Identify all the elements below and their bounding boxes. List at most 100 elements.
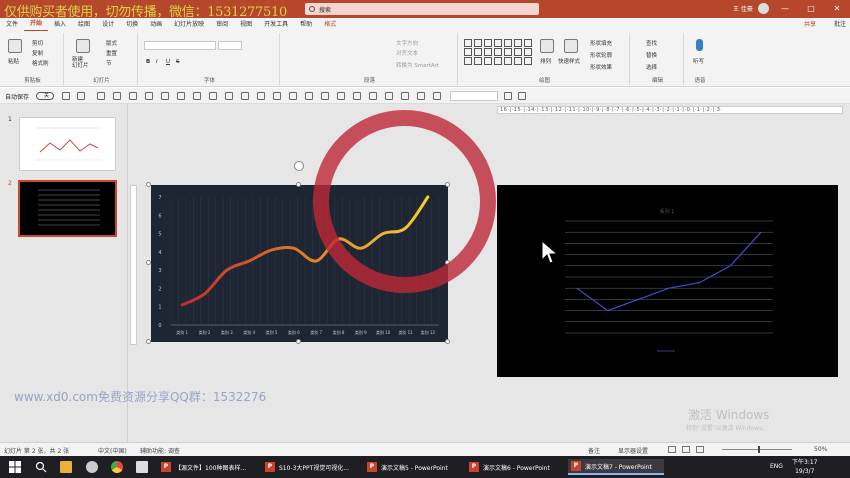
tab-file[interactable]: 文件	[0, 18, 24, 31]
chrome-icon[interactable]	[111, 461, 123, 473]
qat-icon-3[interactable]	[145, 92, 153, 100]
resize-handle-l[interactable]	[146, 260, 151, 265]
paste-button[interactable]: 粘贴	[8, 57, 19, 65]
redo-icon[interactable]	[97, 92, 105, 100]
tab-developer[interactable]: 开发工具	[258, 18, 294, 31]
font-size-field[interactable]	[218, 41, 242, 50]
qat-icon-15[interactable]	[337, 92, 345, 100]
qat-icon-4[interactable]	[161, 92, 169, 100]
qat-icon-20[interactable]	[417, 92, 425, 100]
qat-icon-23[interactable]	[518, 92, 526, 100]
underline-button[interactable]: U	[166, 59, 170, 65]
strikethrough-button[interactable]: S	[176, 59, 180, 65]
replace-button[interactable]: 替换	[646, 51, 657, 59]
user-name[interactable]: 王 佳豪	[733, 4, 753, 13]
share-button[interactable]: 共享	[804, 19, 816, 28]
qat-icon-21[interactable]	[433, 92, 441, 100]
undo-icon[interactable]	[77, 92, 85, 100]
tab-view[interactable]: 视图	[234, 18, 258, 31]
qat-icon-10[interactable]	[257, 92, 265, 100]
resize-handle-t[interactable]	[296, 182, 301, 187]
shape-effects-button[interactable]: 形状效果	[590, 63, 612, 71]
arrange-icon[interactable]	[540, 39, 554, 53]
qat-icon-9[interactable]	[241, 92, 249, 100]
comment-button[interactable]: 批注	[834, 19, 846, 28]
new-slide-button[interactable]: 新建 幻灯片	[72, 57, 89, 69]
language-indicator[interactable]: ENG	[770, 463, 783, 470]
qat-icon-2[interactable]	[129, 92, 137, 100]
rotate-handle[interactable]	[294, 161, 304, 171]
tab-review[interactable]: 审阅	[210, 18, 234, 31]
tab-home[interactable]: 开始	[24, 17, 49, 32]
qat-icon-16[interactable]	[353, 92, 361, 100]
mail-icon[interactable]	[136, 461, 148, 473]
taskbar-item-3[interactable]: P 演示文稿5 - PowerPoint	[364, 459, 460, 475]
shape-outline-button[interactable]: 形状轮廓	[590, 51, 612, 59]
language-indicator[interactable]: 中文(中国)	[98, 446, 127, 455]
close-button[interactable]: ✕	[830, 2, 844, 15]
format-painter-button[interactable]: 格式刷	[32, 59, 49, 67]
resize-handle-tl[interactable]	[146, 182, 151, 187]
smartart-button[interactable]: 转换为 SmartArt	[396, 61, 439, 69]
tab-help[interactable]: 帮助	[294, 18, 318, 31]
windows-start-icon[interactable]	[9, 461, 21, 473]
normal-view-icon[interactable]	[668, 446, 676, 453]
italic-button[interactable]: I	[156, 59, 158, 65]
taskbar-item-2[interactable]: P S10-3大PPT视觉可视化...	[262, 459, 358, 475]
find-button[interactable]: 查找	[646, 39, 657, 47]
tab-insert[interactable]: 插入	[48, 18, 72, 31]
app-icon[interactable]	[86, 461, 98, 473]
notes-button[interactable]: 备注	[588, 446, 600, 455]
file-explorer-icon[interactable]	[60, 461, 72, 473]
qat-icon-11[interactable]	[273, 92, 281, 100]
qat-icon-8[interactable]	[225, 92, 233, 100]
chart-plain-line[interactable]: 系列 1	[497, 185, 838, 377]
taskbar-item-4[interactable]: P 演示文稿6 - PowerPoint	[466, 459, 562, 475]
paste-icon[interactable]	[8, 39, 22, 53]
quick-styles-button[interactable]: 快速样式	[558, 57, 580, 65]
qat-icon-6[interactable]	[193, 92, 201, 100]
copy-button[interactable]: 复制	[32, 49, 43, 57]
qat-icon-18[interactable]	[385, 92, 393, 100]
clock[interactable]: 下午3:17 19/3/7	[792, 458, 817, 476]
tab-transitions[interactable]: 切换	[120, 18, 144, 31]
qat-icon-12[interactable]	[289, 92, 297, 100]
resize-handle-b[interactable]	[296, 339, 301, 344]
quick-styles-icon[interactable]	[564, 39, 578, 53]
taskbar-item-5[interactable]: P 演示文稿7 - PowerPoint	[568, 459, 664, 475]
qat-icon-22[interactable]	[504, 92, 512, 100]
taskbar-item-1[interactable]: P 【源文件】100种图表样...	[158, 459, 256, 475]
slide-thumbnail-1[interactable]	[19, 117, 116, 171]
qat-icon-19[interactable]	[401, 92, 409, 100]
reading-view-icon[interactable]	[696, 446, 704, 453]
resize-handle-br[interactable]	[445, 339, 450, 344]
slide-thumbnail-2[interactable]	[18, 180, 117, 237]
align-text-button[interactable]: 对齐文本	[396, 49, 418, 57]
qat-icon-17[interactable]	[369, 92, 377, 100]
tab-draw[interactable]: 绘图	[72, 18, 96, 31]
search-box[interactable]: 搜索	[305, 3, 539, 15]
zoom-knob[interactable]	[758, 446, 760, 453]
tab-animations[interactable]: 动画	[144, 18, 168, 31]
save-icon[interactable]	[62, 92, 70, 100]
qat-dropdown[interactable]	[450, 91, 498, 101]
search-icon[interactable]	[35, 461, 47, 473]
shape-fill-button[interactable]: 形状填充	[590, 39, 612, 47]
accessibility-indicator[interactable]: 辅助功能: 调查	[140, 446, 180, 455]
select-button[interactable]: 选择	[646, 63, 657, 71]
shape-gallery[interactable]	[464, 39, 533, 65]
qat-icon-1[interactable]	[113, 92, 121, 100]
avatar[interactable]	[758, 3, 769, 14]
dictate-button[interactable]: 听写	[693, 57, 704, 65]
display-settings-button[interactable]: 显示器设置	[618, 446, 648, 455]
microphone-icon[interactable]	[696, 39, 703, 51]
text-direction-button[interactable]: 文字方向	[396, 39, 418, 47]
font-name-field[interactable]	[144, 41, 216, 50]
qat-icon-5[interactable]	[177, 92, 185, 100]
bold-button[interactable]: B	[146, 59, 150, 65]
layout-button[interactable]: 版式	[106, 39, 117, 47]
restore-button[interactable]: □	[804, 2, 818, 15]
tab-slideshow[interactable]: 幻灯片放映	[168, 18, 210, 31]
zoom-slider[interactable]	[722, 449, 792, 450]
minimize-button[interactable]: —	[778, 2, 792, 15]
